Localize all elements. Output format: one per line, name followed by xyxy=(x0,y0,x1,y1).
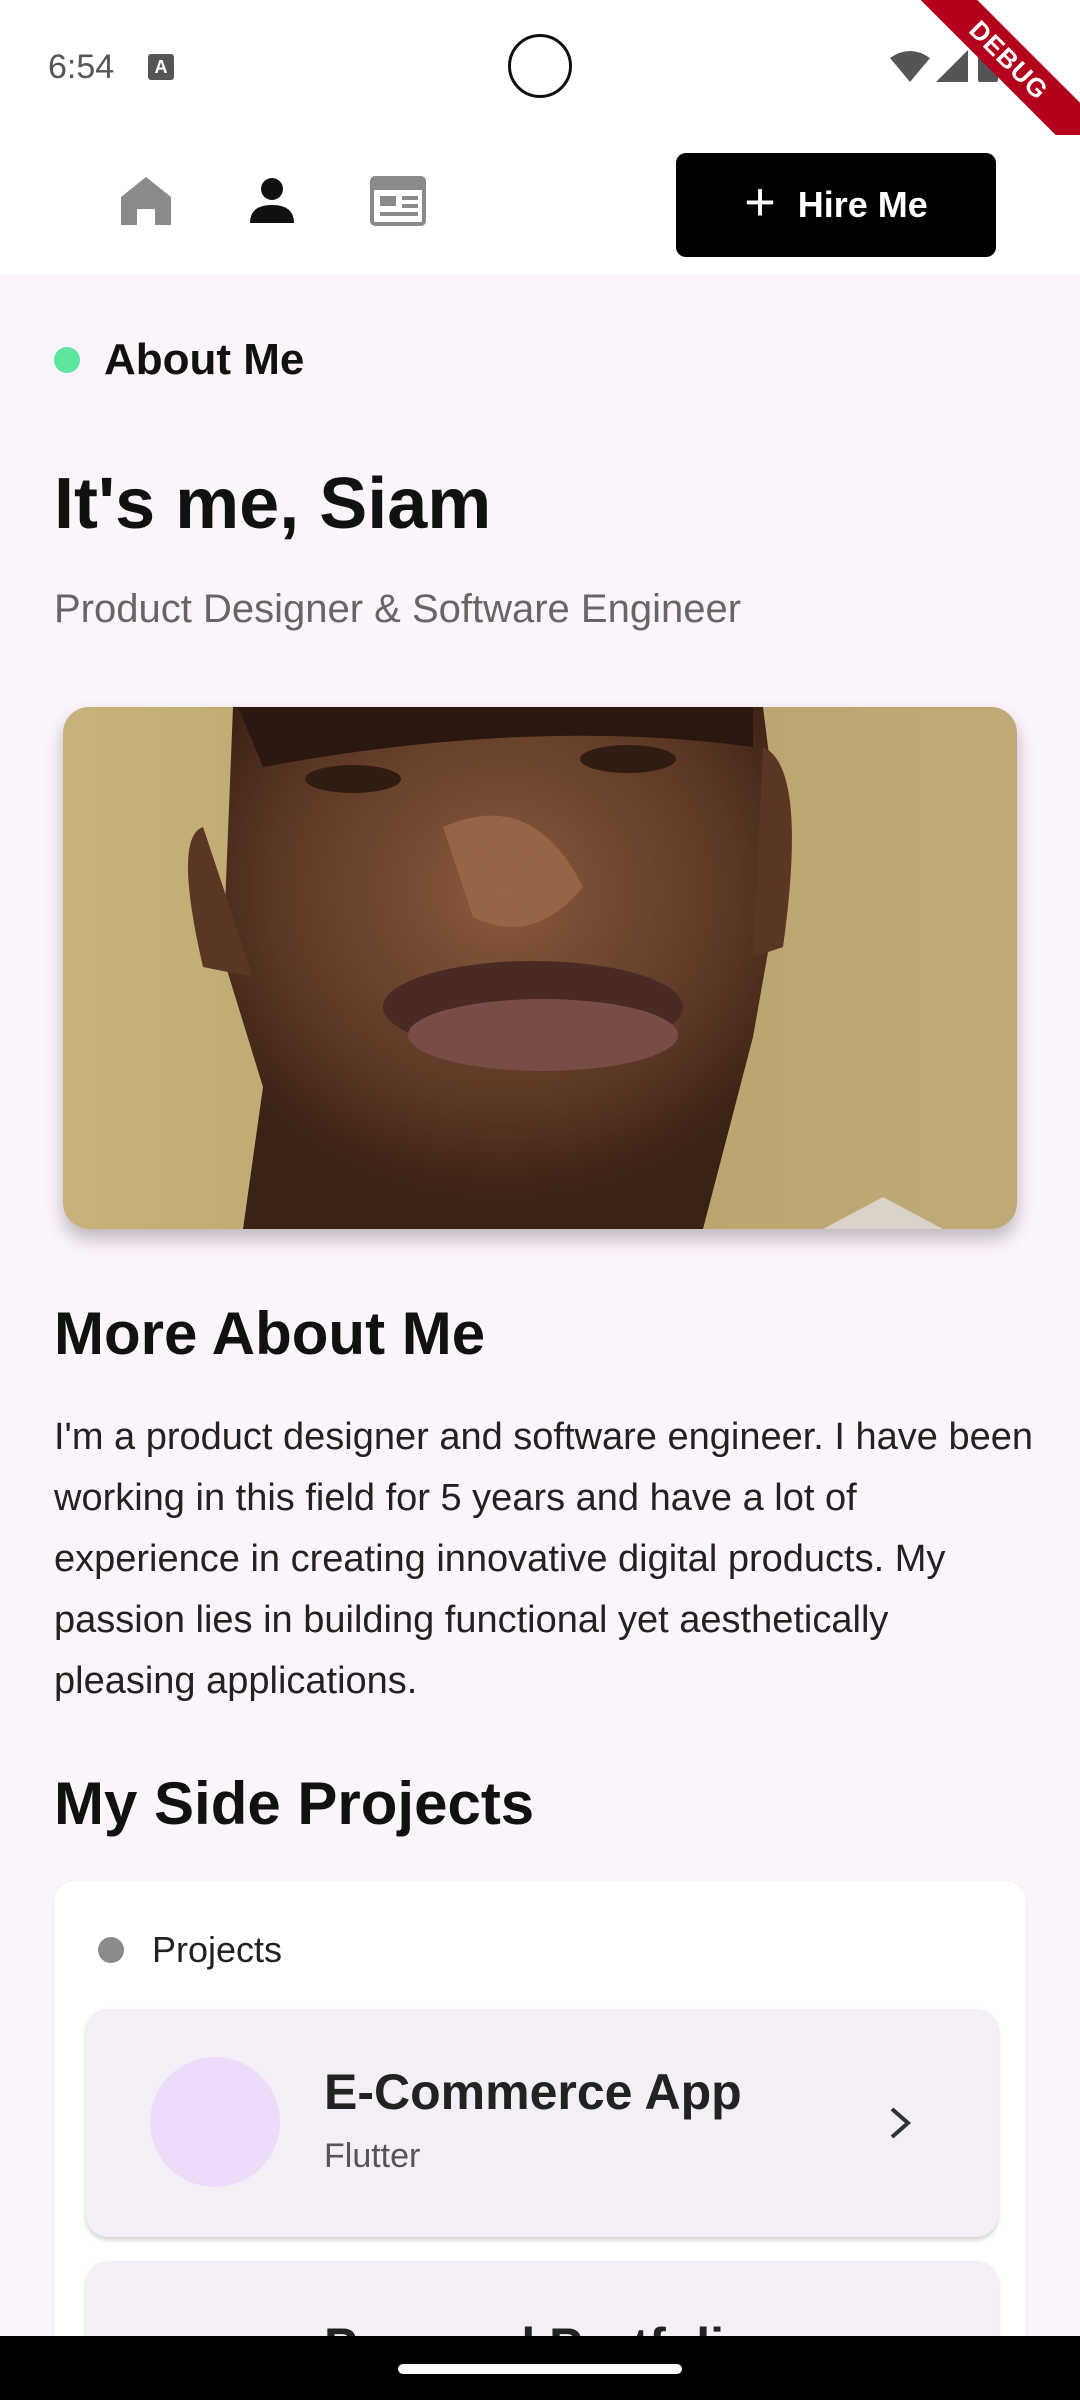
bio-paragraph: I'm a product designer and software engi… xyxy=(54,1416,1034,1702)
hire-me-button[interactable]: + Hire Me xyxy=(676,153,996,257)
main-content[interactable]: About Me It's me, Siam Product Designer … xyxy=(0,275,1080,2400)
status-dot-icon xyxy=(98,1937,124,1963)
gesture-bar xyxy=(0,2336,1080,2400)
projects-tag: Projects xyxy=(98,1929,282,1971)
projects-tag-label: Projects xyxy=(152,1929,283,1970)
project-avatar xyxy=(150,2057,280,2187)
hero-subtitle: Product Designer & Software Engineer xyxy=(54,587,742,631)
profile-photo xyxy=(63,707,1017,1229)
status-dot-icon xyxy=(54,347,80,373)
home-gesture-handle[interactable] xyxy=(398,2364,682,2374)
person-icon[interactable] xyxy=(242,171,302,231)
status-time: 6:54 xyxy=(48,48,115,86)
hire-me-label: Hire Me xyxy=(797,184,928,225)
home-icon[interactable] xyxy=(116,171,176,231)
project-name: E-Commerce App xyxy=(324,2064,742,2120)
about-me-label: About Me xyxy=(104,335,305,384)
hero-headline: It's me, Siam xyxy=(54,464,492,544)
status-bar: 6:54 A DEBUG xyxy=(0,0,1080,170)
wifi-icon xyxy=(890,51,930,82)
top-navigation: + Hire Me xyxy=(0,135,1080,275)
chevron-right-icon xyxy=(890,2107,912,2139)
about-me-tag: About Me xyxy=(54,335,304,385)
signal-icon xyxy=(936,50,968,82)
plus-icon: + xyxy=(744,172,776,232)
project-tech: Flutter xyxy=(324,2137,421,2175)
camera-cutout xyxy=(508,34,572,98)
projects-card: Projects E-Commerce App Flutter Personal… xyxy=(54,1881,1026,2400)
keyboard-indicator-icon: A xyxy=(148,54,174,80)
article-icon[interactable] xyxy=(368,171,428,231)
project-item[interactable]: E-Commerce App Flutter xyxy=(86,2009,998,2237)
more-about-title: More About Me xyxy=(54,1300,486,1367)
side-projects-title: My Side Projects xyxy=(54,1770,535,1837)
